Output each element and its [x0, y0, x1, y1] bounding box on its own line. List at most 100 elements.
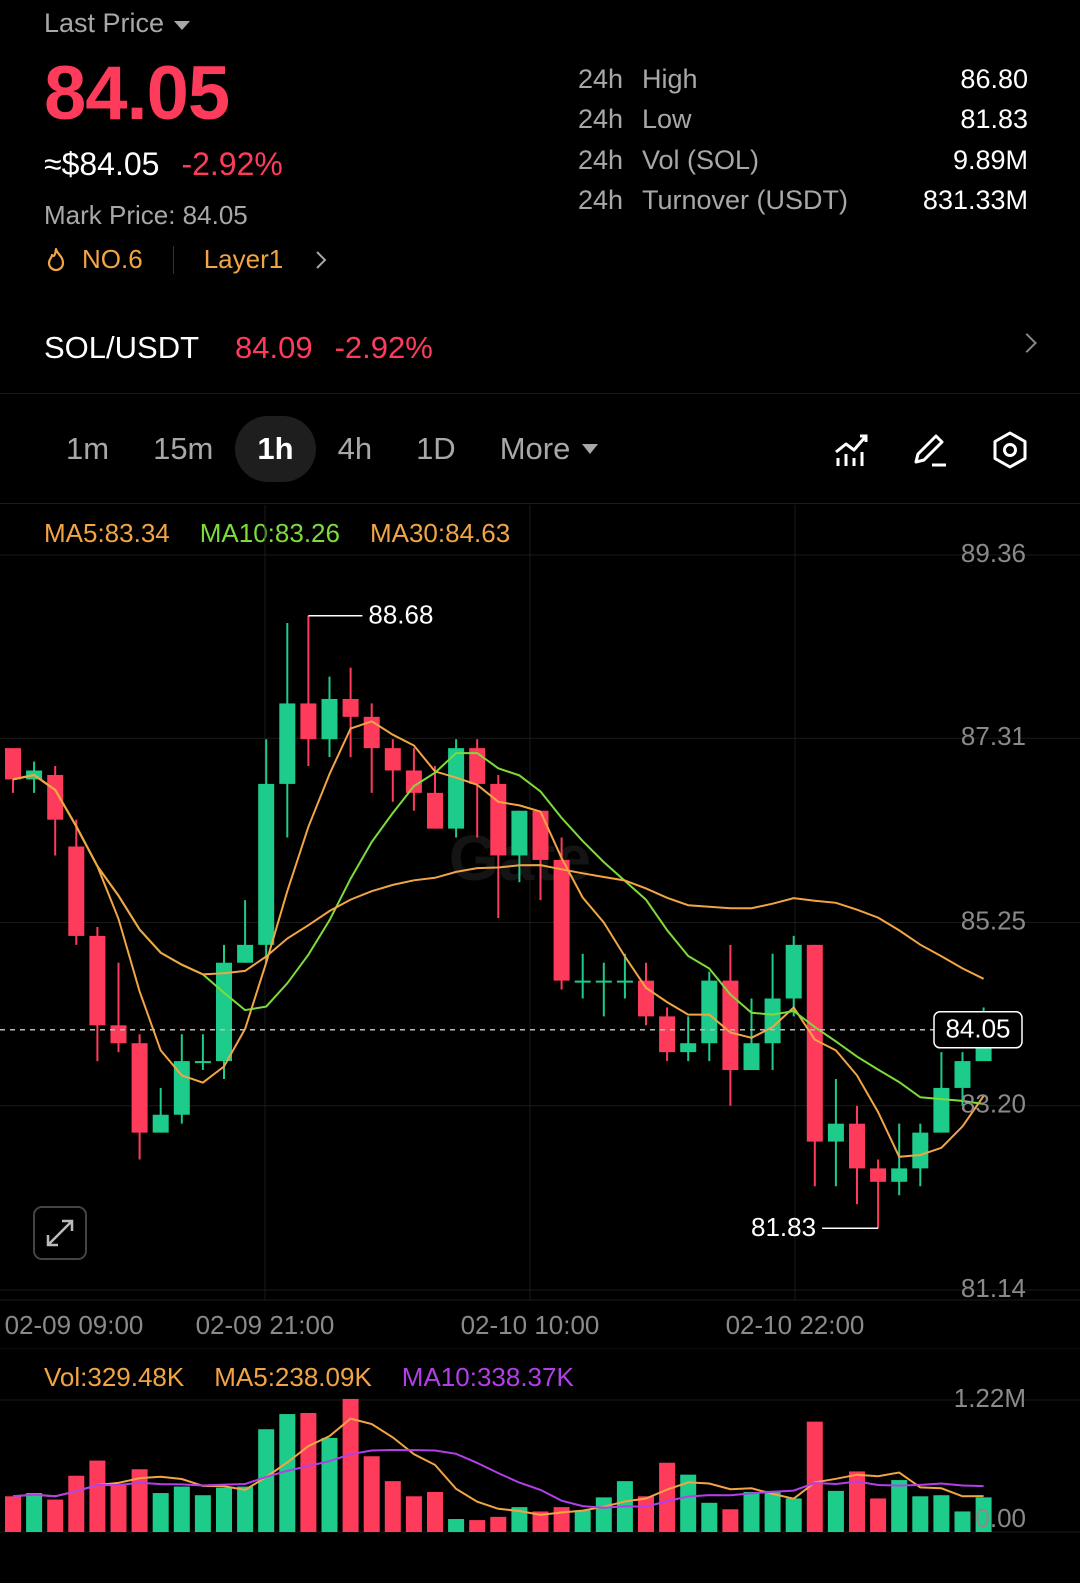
price-axis-tick: 89.36 — [961, 538, 1026, 568]
timeframe-4h[interactable]: 4h — [316, 416, 394, 482]
volume-bar — [785, 1498, 802, 1532]
candle-body — [680, 1043, 697, 1053]
flame-icon — [47, 247, 65, 271]
candle-body — [342, 698, 359, 717]
price-axis-tick: 85.25 — [961, 905, 1026, 935]
indicator-icon[interactable] — [832, 430, 872, 470]
volume-bar — [448, 1519, 465, 1532]
high-marker-label: 88.68 — [368, 600, 433, 630]
expand-icon — [46, 1219, 74, 1247]
volume-bar — [237, 1486, 254, 1532]
caret-down-icon — [582, 444, 599, 454]
volume-axis-tick: 1.22M — [954, 1383, 1026, 1413]
candle-body — [152, 1114, 169, 1133]
volume-bar — [68, 1475, 85, 1532]
volume-bar — [827, 1490, 844, 1532]
volume-bar — [405, 1496, 422, 1532]
candle-body — [743, 1043, 760, 1071]
candle-body — [849, 1123, 865, 1169]
draw-icon[interactable] — [910, 430, 950, 470]
candle-body — [448, 748, 465, 829]
timeframe-bar: 1m 15m 1h 4h 1D More — [44, 416, 620, 482]
approx-row: ≈$84.05 -2.92% — [44, 146, 283, 183]
price-axis-tick: 83.20 — [961, 1089, 1026, 1119]
candle-body — [68, 846, 85, 936]
divider — [0, 503, 1080, 504]
volume-axis-tick: 0.00 — [975, 1503, 1026, 1533]
volume-bar — [933, 1495, 950, 1532]
volume-bar — [321, 1437, 338, 1532]
time-axis-tick: 02-09 09:00 — [5, 1310, 144, 1340]
timeframe-15m[interactable]: 15m — [131, 416, 235, 482]
volume-bar — [216, 1487, 232, 1532]
rank-tag[interactable]: NO.6 — [82, 244, 143, 275]
timeframe-1d[interactable]: 1D — [394, 416, 478, 482]
volume-bar — [469, 1520, 486, 1532]
expand-button[interactable] — [33, 1206, 87, 1260]
timeframe-1h[interactable]: 1h — [235, 416, 316, 482]
candle-body — [89, 935, 106, 1026]
chevron-right-icon[interactable] — [311, 248, 331, 272]
volume-bar — [954, 1511, 971, 1532]
time-axis-tick: 02-10 10:00 — [461, 1310, 600, 1340]
pair-name: SOL/USDT — [44, 330, 200, 365]
chevron-right-icon — [1017, 333, 1037, 353]
price-axis-tick: 81.14 — [961, 1273, 1026, 1303]
candle-body — [279, 703, 296, 784]
volume-bar — [912, 1496, 929, 1532]
stat-high: 24h High 86.80 — [578, 64, 1028, 94]
candle-body — [891, 1168, 908, 1182]
candle-body — [553, 859, 570, 981]
volume-bar — [47, 1499, 64, 1532]
pair-price: 84.09 — [235, 330, 313, 365]
mark-price: Mark Price: 84.05 — [44, 200, 248, 230]
volume-bar — [595, 1497, 612, 1532]
timeframe-more[interactable]: More — [478, 416, 621, 482]
price-chart[interactable]: Gate 89.3687.3185.2583.2081.1484.0588.68… — [0, 505, 1080, 1345]
last-price-value: 84.05 — [44, 51, 230, 136]
candle-body — [532, 810, 549, 860]
volume-bar — [722, 1509, 739, 1532]
candle-body — [237, 944, 254, 963]
volume-bar — [300, 1412, 317, 1532]
candle-body — [595, 980, 612, 983]
candle-body — [912, 1132, 929, 1169]
pair-row[interactable]: SOL/USDT 84.09 -2.92% — [44, 330, 1037, 366]
timeframe-1m[interactable]: 1m — [44, 416, 131, 482]
volume-bar — [743, 1491, 760, 1532]
candle-body — [785, 944, 802, 999]
volume-bar — [638, 1496, 654, 1532]
last-price-selector[interactable]: Last Price — [44, 8, 191, 39]
divider — [172, 245, 174, 274]
volume-chart[interactable]: 1.22M 0.00 — [0, 1348, 1080, 1583]
volume-bar — [173, 1486, 190, 1532]
candle-body — [216, 962, 232, 1062]
candle-body — [870, 1168, 887, 1182]
volume-bar — [553, 1507, 570, 1532]
price-axis-tick: 87.31 — [961, 721, 1026, 751]
candle-body — [933, 1087, 950, 1133]
candle-body — [954, 1061, 971, 1088]
category-tag[interactable]: Layer1 — [204, 244, 284, 275]
candle-body — [5, 748, 21, 780]
settings-icon[interactable] — [990, 430, 1030, 470]
volume-bar — [764, 1490, 781, 1532]
candle-body — [638, 980, 654, 1017]
candle-body — [110, 1025, 127, 1044]
volume-bar — [384, 1481, 401, 1532]
volume-bar — [574, 1510, 591, 1532]
volume-bar — [701, 1502, 718, 1532]
candle-body — [194, 1061, 211, 1064]
volume-bar — [152, 1493, 169, 1532]
current-price-label: 84.05 — [945, 1014, 1010, 1044]
candle-body — [321, 698, 338, 740]
volume-bar — [490, 1516, 507, 1532]
approx-usd: ≈$84.05 — [44, 146, 160, 182]
tags-row: NO.6 Layer1 — [44, 244, 331, 275]
candle-body — [490, 783, 507, 856]
candle-body — [511, 810, 528, 856]
candle-body — [131, 1043, 148, 1133]
candle-body — [258, 783, 275, 945]
candle-body — [47, 774, 64, 820]
change-percent: -2.92% — [181, 146, 283, 182]
